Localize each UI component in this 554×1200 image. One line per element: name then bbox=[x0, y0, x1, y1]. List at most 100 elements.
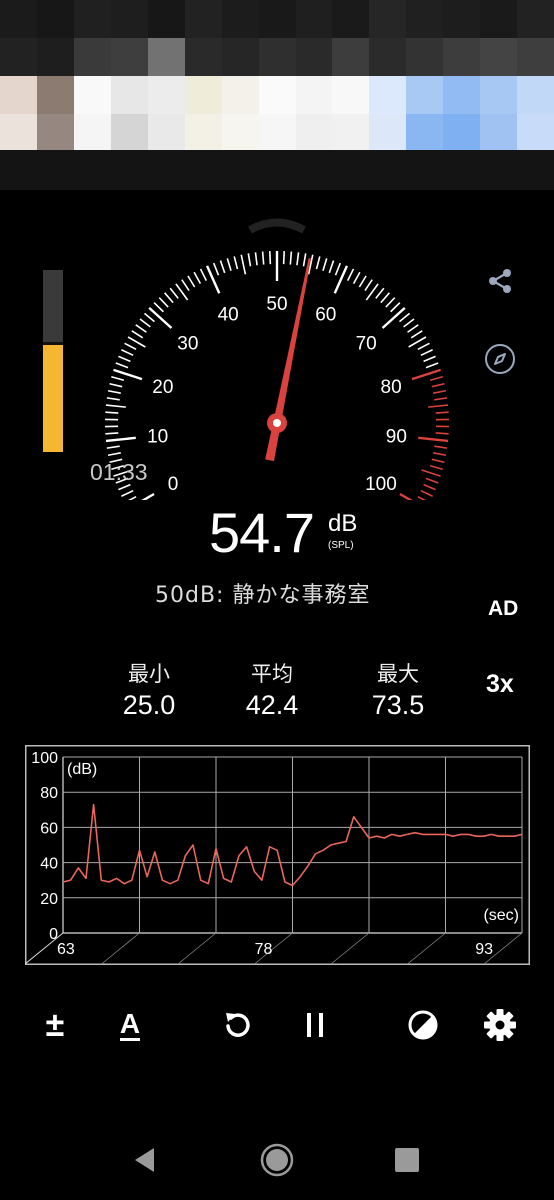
gauge-tick bbox=[233, 256, 239, 270]
nav-back-button[interactable] bbox=[125, 1140, 165, 1180]
pause-button[interactable] bbox=[293, 1003, 337, 1047]
gauge-tick bbox=[226, 258, 232, 272]
chart-y-tick: 60 bbox=[40, 820, 58, 837]
gauge-tick bbox=[410, 330, 423, 339]
gauge-tick bbox=[193, 271, 202, 285]
gauge-tick bbox=[390, 302, 401, 313]
gauge-tick bbox=[315, 256, 321, 270]
gauge-label: 0 bbox=[168, 474, 179, 495]
gauge-tick bbox=[164, 292, 174, 304]
gauge-tick bbox=[417, 342, 430, 351]
gauge-tick bbox=[352, 271, 361, 285]
gauge-tick bbox=[254, 252, 258, 266]
gauge-tick bbox=[385, 297, 396, 308]
ad-button[interactable]: AD bbox=[488, 597, 518, 621]
gauge-tick bbox=[420, 349, 433, 357]
settings-button[interactable] bbox=[478, 1003, 522, 1047]
gauge-tick bbox=[181, 279, 190, 292]
gauge-tick bbox=[328, 260, 335, 274]
gauge-tick bbox=[435, 411, 449, 414]
gauge-tick bbox=[381, 307, 406, 329]
gauge-tick bbox=[105, 404, 126, 408]
gauge-tick bbox=[121, 489, 134, 497]
gauge-tick bbox=[282, 251, 286, 265]
gauge-tick bbox=[148, 307, 173, 329]
gauge-tick bbox=[421, 469, 441, 477]
gauge-tick bbox=[109, 382, 123, 388]
weighting-button[interactable]: A bbox=[108, 1003, 152, 1047]
reset-button[interactable] bbox=[216, 1003, 260, 1047]
chart-x-tick: 78 bbox=[255, 941, 273, 958]
nav-home-button[interactable] bbox=[257, 1140, 297, 1180]
gauge-tick bbox=[118, 355, 131, 363]
gauge-tick bbox=[434, 397, 448, 401]
environment-description: 50dB: 静かな事務室 bbox=[155, 583, 371, 608]
gauge-tick bbox=[334, 262, 342, 276]
gauge-tick bbox=[435, 432, 449, 435]
stat-min: 最小 25.0 bbox=[89, 658, 209, 721]
gauge-tick bbox=[408, 336, 427, 348]
gauge-tick bbox=[127, 336, 146, 348]
stat-max-label: 最大 bbox=[377, 662, 419, 686]
elapsed-time: 01:33 bbox=[90, 459, 148, 485]
gauge-tick bbox=[199, 268, 208, 281]
gauge-tick bbox=[135, 324, 147, 333]
stat-avg: 平均 42.4 bbox=[212, 658, 332, 721]
gauge-tick bbox=[268, 251, 272, 265]
gauge-tick bbox=[380, 292, 390, 304]
gauge-label: 10 bbox=[147, 427, 168, 448]
chart-y-tick: 20 bbox=[40, 891, 58, 908]
theme-button[interactable] bbox=[401, 1003, 445, 1047]
gauge-tick bbox=[219, 260, 226, 274]
gauge-tick bbox=[212, 262, 220, 276]
gauge-label: 70 bbox=[356, 334, 377, 355]
calibrate-button[interactable]: ± bbox=[33, 1003, 77, 1047]
current-reading: 54.7 dB (SPL) bbox=[0, 500, 554, 570]
gauge-tick bbox=[296, 252, 300, 266]
gauge-tick bbox=[205, 265, 221, 294]
back-triangle-icon bbox=[135, 1148, 154, 1172]
gauge-label: 20 bbox=[152, 377, 173, 398]
nav-recents-button[interactable] bbox=[387, 1140, 427, 1180]
db-unit: dB bbox=[328, 510, 358, 537]
gauge-tick bbox=[322, 258, 328, 272]
stat-max: 最大 73.5 bbox=[338, 658, 458, 721]
gauge-tick bbox=[433, 389, 447, 394]
gauge-tick bbox=[111, 375, 125, 382]
gauge-tick bbox=[333, 265, 349, 294]
home-circle-icon bbox=[260, 1143, 294, 1177]
gauge-tick bbox=[107, 389, 121, 394]
reset-icon bbox=[226, 1013, 250, 1037]
gauge-label: 90 bbox=[386, 427, 407, 448]
gauge-tick bbox=[431, 382, 445, 388]
gauge-tick bbox=[105, 436, 136, 443]
gauge-tick bbox=[121, 349, 134, 357]
speed-button[interactable]: 3x bbox=[486, 670, 514, 699]
gauge-tick bbox=[423, 483, 436, 491]
gauge-tick bbox=[158, 297, 169, 308]
gauge-tick bbox=[261, 251, 265, 265]
gauge-tick bbox=[429, 375, 443, 382]
gauge-tick bbox=[187, 275, 196, 288]
gauge-tick bbox=[106, 445, 120, 449]
gauge-tick bbox=[139, 318, 151, 328]
contrast-icon bbox=[408, 1010, 438, 1040]
gauge-tick bbox=[289, 251, 293, 265]
gauge-tick bbox=[425, 362, 439, 369]
gauge-tick bbox=[346, 268, 355, 281]
stat-max-value: 73.5 bbox=[371, 690, 425, 720]
sound-level-gauge: 0 10 20 30 40 50 60 70 80 90 100 bbox=[105, 218, 449, 500]
gauge-tick bbox=[115, 362, 129, 369]
gauge-tick bbox=[403, 318, 415, 328]
gauge-tick bbox=[407, 324, 419, 333]
gauge-tick bbox=[364, 279, 373, 292]
gauge-label: 30 bbox=[177, 334, 198, 355]
gauge-tick bbox=[431, 458, 445, 464]
pause-icon bbox=[307, 1013, 323, 1037]
gauge-tick bbox=[428, 404, 449, 408]
gauge-label: 60 bbox=[315, 304, 336, 325]
gauge-label: 40 bbox=[218, 304, 239, 325]
chart-y-tick: 80 bbox=[40, 785, 58, 802]
stat-min-label: 最小 bbox=[128, 662, 170, 686]
chart-frame bbox=[25, 745, 530, 965]
